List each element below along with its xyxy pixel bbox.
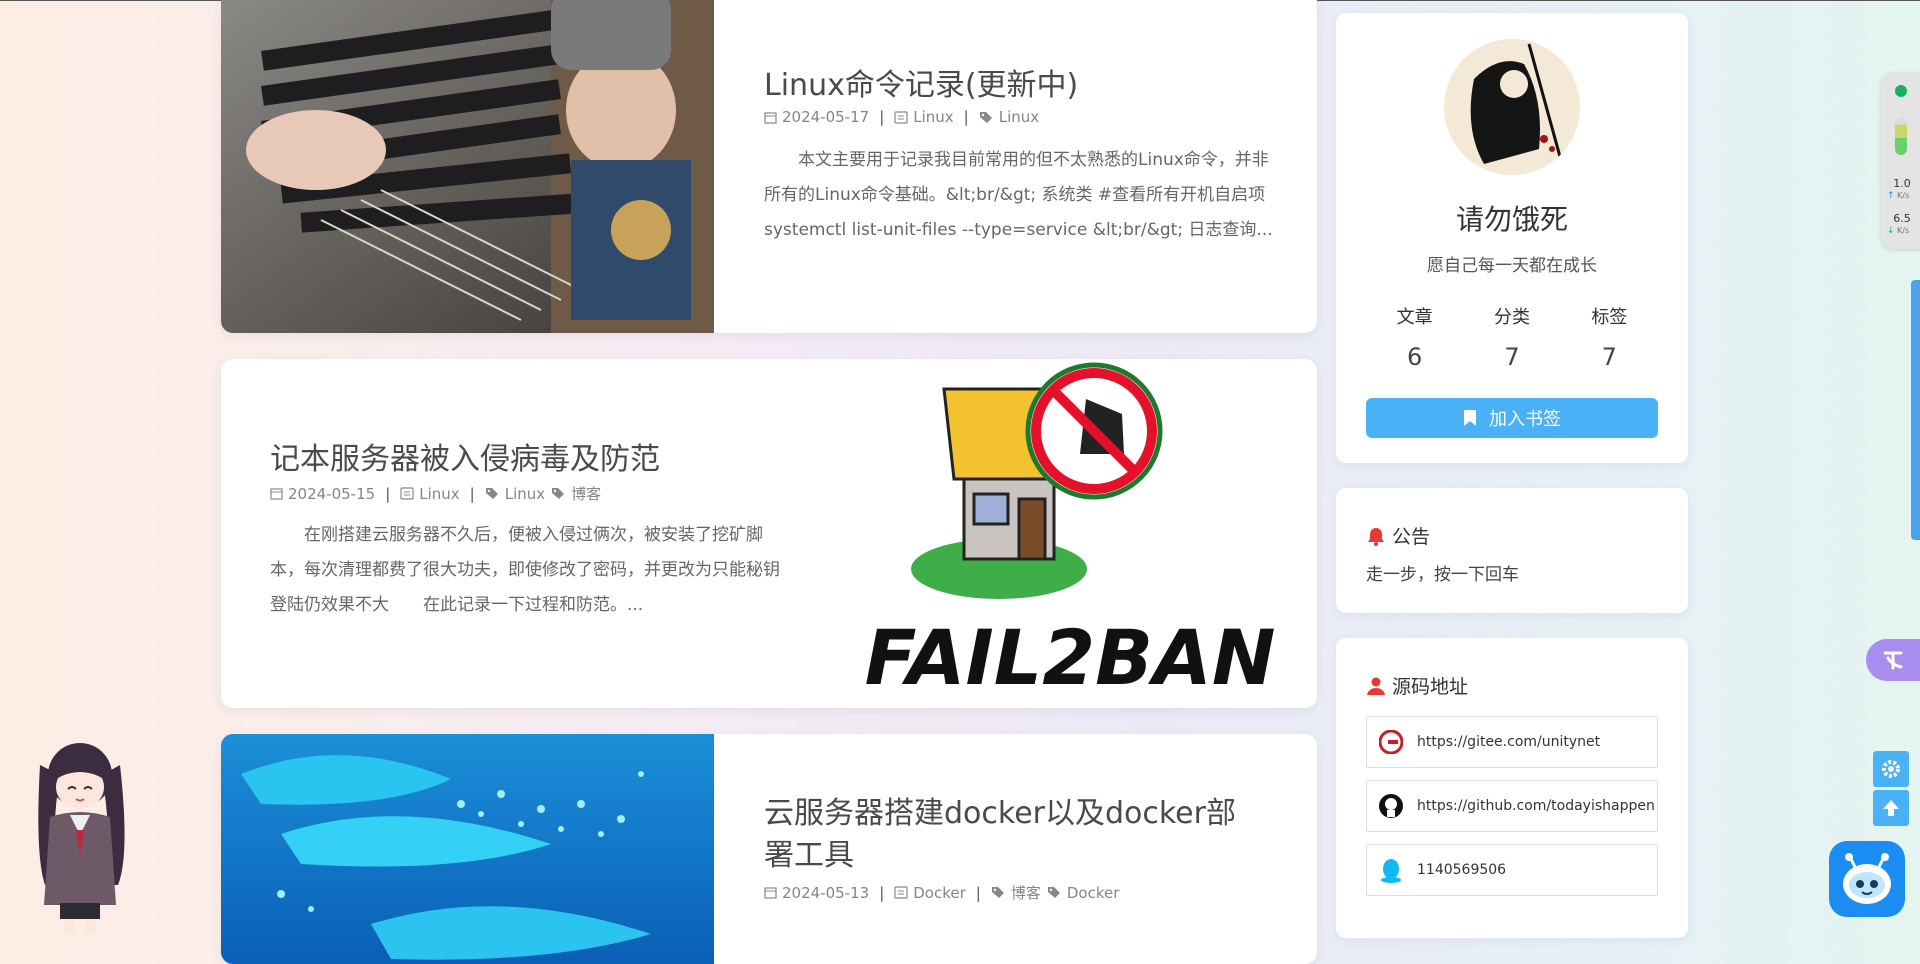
post-meta: 2024-05-15 | Linux | Linux 博客 <box>270 483 607 504</box>
category-icon <box>894 886 908 899</box>
meta-separator: | <box>975 883 981 902</box>
link-text: 1140569506 <box>1417 862 1507 878</box>
github-link[interactable]: https://github.com/todayishappen <box>1366 780 1658 832</box>
tag-icon <box>485 488 498 499</box>
tag-icon <box>1047 887 1060 898</box>
qq-link[interactable]: 1140569506 <box>1366 844 1658 896</box>
back-to-top-button[interactable] <box>1873 790 1909 826</box>
settings-button[interactable] <box>1873 751 1909 787</box>
tag-icon <box>991 887 1004 898</box>
stat-label: 标签 <box>1591 307 1628 328</box>
post-card[interactable]: Linux命令记录(更新中) 2024-05-17 | Linux | Linu… <box>221 0 1317 333</box>
source-card: 源码地址 https://gitee.com/unitynet https://… <box>1336 638 1688 938</box>
post-excerpt: 在刚搭建云服务器不久后，便被入侵过俩次，被安装了挖矿脚本，每次清理都费了很大功夫… <box>270 525 780 615</box>
post-tag[interactable]: Docker <box>1067 884 1120 902</box>
arrow-up-icon <box>1883 800 1899 816</box>
post-meta: 2024-05-13 | Docker | 博客 Docker <box>764 882 1125 903</box>
post-title[interactable]: Linux命令记录(更新中) <box>764 65 1078 107</box>
bookmark-icon <box>1464 410 1476 426</box>
user-icon <box>1367 677 1385 695</box>
stat-value: 6 <box>1407 343 1423 371</box>
category-icon <box>400 487 414 500</box>
post-cover-image[interactable]: FAIL2BAN <box>824 359 1317 708</box>
author-card: 请勿饿死 愿自己每一天都在成长 文章 6 分类 7 标签 7 加入书签 <box>1336 13 1688 463</box>
stat-categories[interactable]: 分类 7 <box>1463 303 1560 371</box>
post-category[interactable]: Docker <box>913 884 966 902</box>
category-icon <box>894 110 908 124</box>
gitee-link[interactable]: https://gitee.com/unitynet <box>1366 716 1658 768</box>
post-category[interactable]: Linux <box>913 108 953 126</box>
gitee-icon <box>1377 728 1405 756</box>
post-meta: 2024-05-17 | Linux | Linux <box>764 108 1045 126</box>
download-unit: K/s <box>1897 226 1910 235</box>
meta-separator: | <box>879 883 885 902</box>
meta-separator: | <box>963 108 969 126</box>
post-category[interactable]: Linux <box>419 485 459 503</box>
stat-tags[interactable]: 标签 7 <box>1561 303 1658 371</box>
meta-separator: | <box>385 484 391 503</box>
announcement-title: 公告 <box>1392 526 1431 548</box>
post-cover-image[interactable] <box>221 0 714 333</box>
stat-articles[interactable]: 文章 6 <box>1366 303 1463 371</box>
author-description: 愿自己每一天都在成长 <box>1427 256 1597 276</box>
post-date: 2024-05-13 <box>782 883 870 902</box>
status-dot-icon <box>1895 85 1907 97</box>
post-excerpt: 本文主要用于记录我目前常用的但不太熟悉的Linux命令，并非所有的Linux命令… <box>764 150 1273 240</box>
upload-speed: 1.0 <box>1893 177 1911 190</box>
net-speed-monitor: 1.0 K/s ↑ 6.5 K/s ↓ <box>1881 73 1920 249</box>
announcement-card: 公告 走一步，按一下回车 <box>1336 488 1688 613</box>
tag-icon <box>552 488 565 499</box>
post-tag[interactable]: 博客 <box>1011 882 1041 903</box>
post-card[interactable]: 云服务器搭建docker以及docker部署工具 2024-05-13 | Do… <box>221 734 1317 964</box>
post-tag[interactable]: 博客 <box>571 483 601 504</box>
upload-arrow-icon: ↑ <box>1887 191 1895 201</box>
post-cover-image[interactable] <box>221 734 714 964</box>
post-date: 2024-05-17 <box>782 108 870 126</box>
translate-float-button[interactable] <box>1866 639 1920 681</box>
calendar-icon <box>764 111 777 124</box>
calendar-icon <box>270 488 283 500</box>
stat-value: 7 <box>1601 343 1617 371</box>
author-name: 请勿饿死 <box>1455 203 1568 236</box>
author-stats: 文章 6 分类 7 标签 7 <box>1366 303 1658 371</box>
post-tag[interactable]: Linux <box>999 108 1039 126</box>
gear-icon <box>1882 760 1900 778</box>
post-title[interactable]: 云服务器搭建docker以及docker部署工具 <box>764 793 1264 877</box>
qq-icon <box>1377 856 1405 884</box>
chat-robot-button[interactable] <box>1829 841 1905 917</box>
translate-icon <box>1883 651 1903 670</box>
add-bookmark-button[interactable]: 加入书签 <box>1366 398 1658 438</box>
upload-unit: K/s <box>1897 191 1910 200</box>
announcement-header: 公告 <box>1366 522 1430 549</box>
load-gauge <box>1895 117 1907 155</box>
post-date: 2024-05-15 <box>288 484 376 503</box>
live2d-mascot[interactable] <box>20 735 140 935</box>
stat-label: 文章 <box>1396 307 1433 328</box>
meta-separator: | <box>879 108 885 126</box>
bookmark-label: 加入书签 <box>1489 409 1561 430</box>
post-title[interactable]: 记本服务器被入侵病毒及防范 <box>270 439 660 481</box>
bell-icon <box>1368 527 1384 546</box>
tag-icon <box>979 111 992 123</box>
source-header: 源码地址 <box>1366 672 1468 699</box>
download-speed: 6.5 <box>1893 212 1911 225</box>
fail2ban-logo-text: FAIL2BAN <box>865 613 1276 702</box>
page-scroll-indicator[interactable] <box>1911 280 1920 540</box>
meta-separator: | <box>469 484 475 503</box>
post-card[interactable]: 记本服务器被入侵病毒及防范 2024-05-15 | Linux | Linux… <box>221 359 1317 708</box>
stat-label: 分类 <box>1493 307 1530 328</box>
announcement-text: 走一步，按一下回车 <box>1366 565 1519 585</box>
download-arrow-icon: ↓ <box>1887 226 1895 236</box>
link-text: https://gitee.com/unitynet <box>1417 734 1601 750</box>
stat-value: 7 <box>1504 343 1520 371</box>
link-text: https://github.com/todayishappen <box>1417 798 1655 814</box>
calendar-icon <box>764 887 777 899</box>
robot-icon <box>1843 853 1891 904</box>
author-avatar[interactable] <box>1444 39 1580 175</box>
github-icon <box>1377 792 1405 820</box>
post-tag[interactable]: Linux <box>505 485 545 503</box>
source-title: 源码地址 <box>1392 676 1469 698</box>
